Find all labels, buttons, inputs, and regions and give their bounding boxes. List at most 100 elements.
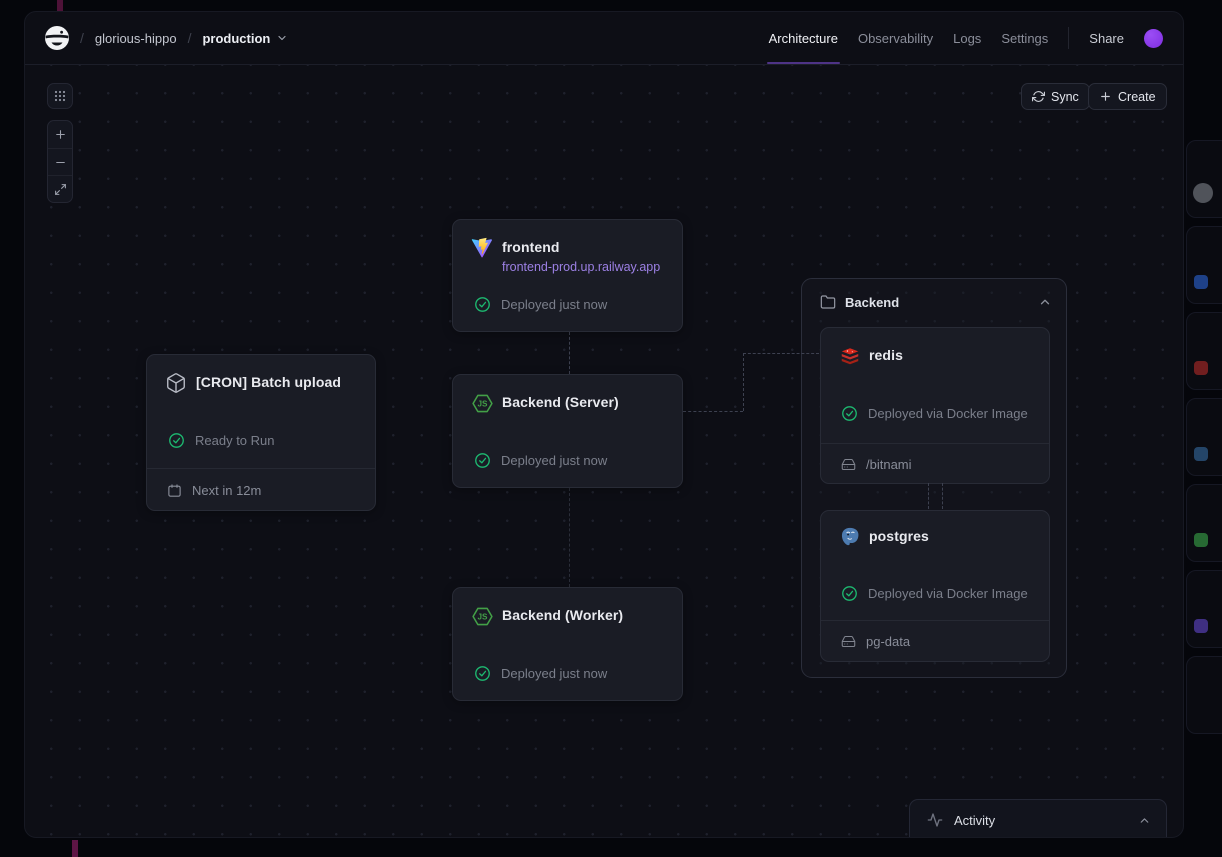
folder-icon [820,294,836,310]
sync-label: Sync [1051,90,1079,104]
hard-drive-icon [841,634,856,649]
zoom-in-button[interactable] [48,121,72,148]
main-nav: Architecture Observability Logs Settings… [769,12,1183,64]
architecture-canvas[interactable]: / glorious-hippo / production Architectu… [24,11,1184,838]
tab-logs[interactable]: Logs [953,12,981,64]
sync-icon [1032,90,1045,103]
service-domain-link[interactable]: frontend-prod.up.railway.app [502,260,660,274]
service-status: Deployed just now [474,296,607,313]
status-text: Deployed just now [501,453,607,468]
railway-logo-icon[interactable] [45,26,69,50]
chevron-down-icon [276,32,288,44]
grid-dots-icon [54,90,66,102]
check-circle-icon [474,665,491,682]
collapse-group-button[interactable] [1038,295,1052,309]
minus-icon [54,156,67,169]
template-icon [1194,361,1208,375]
environment-selector[interactable]: production [202,31,288,46]
breadcrumb-project[interactable]: glorious-hippo [95,31,177,46]
template-icon [1193,183,1213,203]
template-card[interactable] [1186,484,1222,562]
nav-divider [1068,27,1069,49]
template-card[interactable] [1186,140,1222,218]
group-header[interactable]: Backend [802,279,1066,325]
edge-postgres-redis [942,483,943,509]
service-title: [CRON] Batch upload [196,374,341,390]
check-circle-icon [841,405,858,422]
tab-settings[interactable]: Settings [1001,12,1048,64]
volume-row[interactable]: pg-data [821,620,1049,662]
fit-view-button[interactable] [48,175,72,202]
sync-button[interactable]: Sync [1021,83,1090,110]
template-icon [1194,447,1208,461]
user-avatar[interactable] [1144,29,1163,48]
service-node-redis[interactable]: redis Deployed via Docker Image /bitnami [820,327,1050,484]
service-title: frontend [502,239,560,255]
redis-icon [838,344,862,368]
check-circle-icon [168,432,185,449]
service-node-backend-worker[interactable]: JS Backend (Worker) Deployed just now [452,587,683,701]
template-card[interactable] [1186,226,1222,304]
service-status: Ready to Run [168,432,275,449]
activity-label: Activity [954,813,995,828]
check-circle-icon [474,296,491,313]
volume-path: /bitnami [866,457,912,472]
service-node-backend-server[interactable]: JS Backend (Server) Deployed just now [452,374,683,488]
status-text: Deployed just now [501,297,607,312]
svg-text:JS: JS [477,399,488,408]
edge-redis-postgres [928,483,929,509]
status-text: Deployed via Docker Image [868,406,1028,421]
vite-icon [470,236,494,260]
edge-server-redis [743,353,744,411]
cube-icon [164,371,188,395]
service-node-cron[interactable]: [CRON] Batch upload Ready to Run Next in… [146,354,376,511]
service-title: Backend (Worker) [502,607,623,623]
plus-icon [54,128,67,141]
edge-server-redis [743,353,819,354]
svg-text:JS: JS [477,612,488,621]
postgres-icon [838,525,862,549]
nodejs-icon: JS [470,604,494,628]
zoom-out-button[interactable] [48,148,72,175]
edge-accent-bar-top [57,0,63,11]
activity-panel[interactable]: Activity [909,799,1167,838]
nodejs-icon: JS [470,391,494,415]
breadcrumb-separator: / [80,30,84,46]
template-card[interactable] [1186,398,1222,476]
tab-observability[interactable]: Observability [858,12,933,64]
service-status: Deployed just now [474,452,607,469]
template-icon [1194,275,1208,289]
status-text: Ready to Run [195,433,275,448]
calendar-icon [167,483,182,498]
next-run-text: Next in 12m [192,483,261,498]
check-circle-icon [474,452,491,469]
service-title: postgres [869,528,929,544]
service-status: Deployed via Docker Image [841,405,1028,422]
volume-row[interactable]: /bitnami [821,443,1049,484]
check-circle-icon [841,585,858,602]
collapse-activity-button[interactable] [1138,814,1151,827]
status-text: Deployed via Docker Image [868,586,1028,601]
create-button[interactable]: Create [1088,83,1167,110]
activity-icon [927,812,943,828]
share-button[interactable]: Share [1089,31,1124,46]
service-status: Deployed just now [474,665,607,682]
edge-frontend-server [569,332,570,374]
template-card[interactable] [1186,570,1222,648]
service-node-postgres[interactable]: postgres Deployed via Docker Image pg-da… [820,510,1050,662]
layout-grid-button[interactable] [47,83,73,109]
expand-icon [54,183,67,196]
breadcrumb-separator: / [188,30,192,46]
template-card[interactable] [1186,312,1222,390]
volume-path: pg-data [866,634,910,649]
create-label: Create [1118,90,1156,104]
hard-drive-icon [841,457,856,472]
service-title: redis [869,347,903,363]
service-group-backend[interactable]: Backend redis Deployed v [801,278,1067,678]
edge-server-redis [683,411,743,412]
service-title: Backend (Server) [502,394,619,410]
service-node-frontend[interactable]: frontend frontend-prod.up.railway.app De… [452,219,683,332]
top-bar: / glorious-hippo / production Architectu… [25,12,1183,65]
tab-architecture[interactable]: Architecture [769,12,838,64]
template-card[interactable] [1186,656,1222,734]
